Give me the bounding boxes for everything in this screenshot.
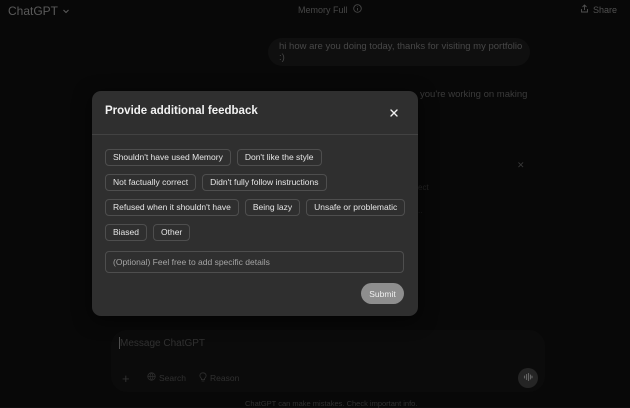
chip-dont-like-style[interactable]: Don't like the style [236,149,322,166]
feedback-dialog: Provide additional feedback Shouldn't ha… [92,91,418,316]
submit-button[interactable]: Submit [361,283,404,304]
chip-being-lazy[interactable]: Being lazy [244,199,301,216]
chip-other[interactable]: Other [153,224,191,241]
dialog-divider [92,134,418,135]
chip-shouldnt-have-used-memory[interactable]: Shouldn't have used Memory [105,149,231,166]
chip-unsafe[interactable]: Unsafe or problematic [306,199,406,216]
chip-biased[interactable]: Biased [105,224,147,241]
chip-row: Shouldn't have used Memory Don't like th… [105,149,405,166]
dialog-title: Provide additional feedback [105,105,258,117]
details-input[interactable] [105,251,404,273]
chip-row: Biased Other [105,224,405,241]
chip-row: Refused when it shouldn't have Being laz… [105,199,406,216]
close-button[interactable] [386,105,402,121]
close-icon [390,104,398,122]
feedback-options: Shouldn't have used Memory Don't like th… [105,149,406,249]
chip-refused[interactable]: Refused when it shouldn't have [105,199,239,216]
chip-didnt-follow-instructions[interactable]: Didn't fully follow instructions [202,174,327,191]
chip-row: Not factually correct Didn't fully follo… [105,174,405,191]
chip-not-factually-correct[interactable]: Not factually correct [105,174,197,191]
